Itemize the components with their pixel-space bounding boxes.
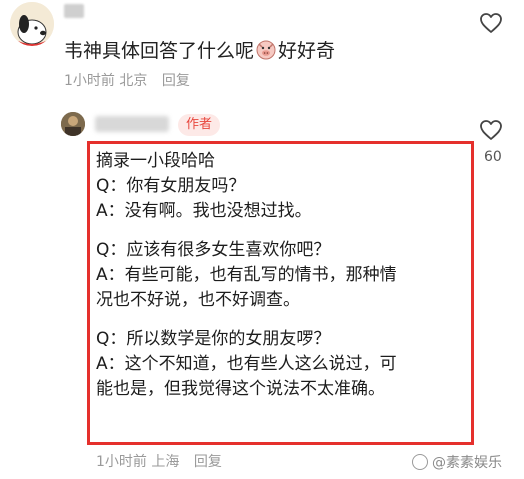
author-name-redacted: [95, 116, 169, 132]
reply-line: Q：所以数学是你的女朋友啰？: [96, 329, 331, 349]
reply-line: Q：应该有很多女生喜欢你吧？: [96, 240, 331, 260]
reply-line: 能也是，但我觉得这个说法不太准确。: [96, 379, 385, 399]
comment-text-start: 韦神具体回答了什么呢: [64, 40, 255, 62]
like-count: 60: [484, 149, 502, 165]
reply-line: 况也不好说，也不好调查。: [96, 290, 300, 310]
reply-time: 1小时前: [96, 454, 147, 470]
reply-line: A：这个不知道，也有些人这么说过，可: [96, 354, 397, 374]
reply-line: 摘录一小段哈哈: [96, 151, 215, 171]
author-avatar[interactable]: [61, 112, 85, 136]
reply-blank-line: [96, 224, 468, 238]
commenter-avatar[interactable]: [10, 2, 54, 46]
reply-location: 上海: [151, 454, 180, 470]
comment-location: 北京: [119, 73, 148, 89]
watermark-logo-icon: [412, 454, 428, 470]
watermark: @素素娱乐: [412, 452, 502, 472]
author-badge: 作者: [178, 114, 221, 136]
like-heart-icon[interactable]: [479, 12, 503, 34]
comment-reply-button[interactable]: 回复: [162, 73, 190, 89]
comment-time: 1小时前: [64, 73, 115, 89]
reply-blank-line: [96, 313, 468, 327]
like-heart-icon[interactable]: [479, 119, 503, 141]
comment-meta: 1小时前 北京 回复: [64, 70, 190, 90]
comment-text: 韦神具体回答了什么呢 好好奇: [64, 36, 335, 63]
reply-line: Q：你有女朋友吗？: [96, 176, 246, 196]
comment-text-end: 好好奇: [278, 40, 336, 62]
pig-face-icon: [256, 40, 276, 60]
commenter-name-redacted: [64, 4, 84, 18]
reply-line: A：有些可能，也有乱写的情书，那种情: [96, 265, 397, 285]
reply-meta: 1小时前 上海 回复: [96, 451, 222, 471]
reply-line: A：没有啊。我也没想过找。: [96, 201, 312, 221]
watermark-text: @素素娱乐: [432, 455, 502, 471]
reply-reply-button[interactable]: 回复: [194, 454, 222, 470]
author-reply-text: 摘录一小段哈哈 Q：你有女朋友吗？ A：没有啊。我也没想过找。 Q：应该有很多女…: [96, 149, 468, 402]
